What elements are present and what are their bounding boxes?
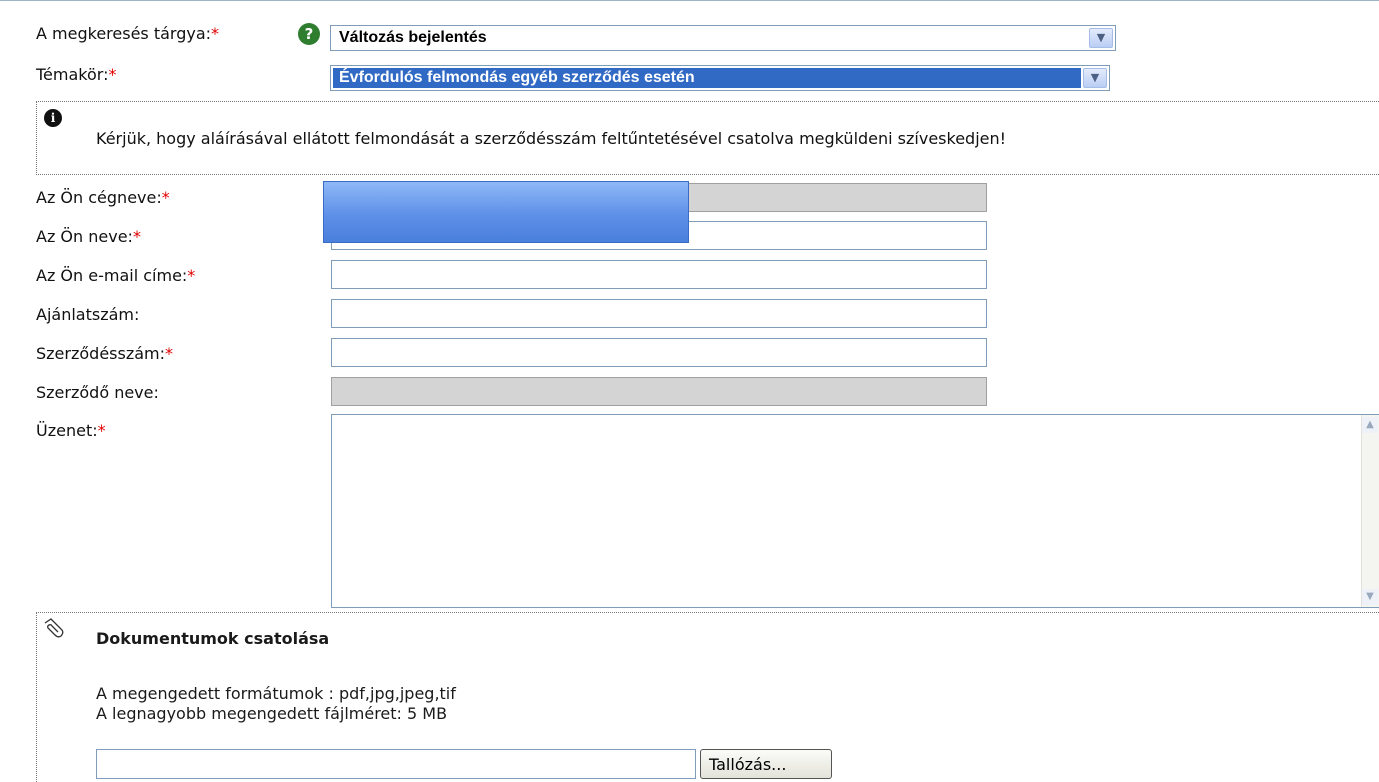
attachments-section: Dokumentumok csatolása A megengedett for… (36, 612, 1379, 782)
contract-number-label: Szerződésszám:* (36, 344, 173, 363)
contractor-name-label: Szerződő neve: (36, 383, 159, 402)
subject-select-value: Változás bejelentés (339, 29, 487, 46)
required-marker: * (108, 65, 117, 84)
topic-label-text: Témakör: (36, 65, 109, 84)
required-marker: * (132, 227, 141, 246)
required-marker: * (211, 24, 220, 43)
required-marker: * (97, 421, 106, 440)
email-label-text: Az Ön e-mail címe: (36, 266, 188, 285)
top-border (0, 0, 1379, 9)
message-label: Üzenet:* (36, 421, 106, 440)
info-text: Kérjük, hogy aláírásával ellátott felmon… (96, 129, 1007, 148)
name-label-text: Az Ön neve: (36, 227, 133, 246)
topic-label: Témakör:* (36, 65, 116, 84)
scroll-up-icon[interactable]: ▲ (1362, 417, 1378, 433)
message-textarea[interactable]: ▲ ▼ (331, 414, 1379, 608)
contract-number-field[interactable] (331, 338, 987, 367)
browse-button[interactable]: Tallózás... (700, 749, 832, 779)
question-icon[interactable]: ? (298, 23, 320, 45)
max-size-text: A legnagyobb megengedett fájlméret: 5 MB (96, 704, 448, 723)
contractor-name-label-text: Szerződő neve: (36, 383, 159, 402)
email-field[interactable] (331, 260, 987, 289)
message-label-text: Üzenet: (36, 421, 98, 440)
subject-select[interactable]: Változás bejelentés ▼ (330, 25, 1116, 51)
chevron-down-icon[interactable]: ▼ (1083, 68, 1107, 88)
company-name-label: Az Ön cégneve:* (36, 188, 170, 207)
contractor-name-field (331, 377, 987, 406)
attachments-title: Dokumentumok csatolása (96, 629, 330, 648)
required-marker: * (187, 266, 196, 285)
topic-select-value: Évfordulós felmondás egyéb szerződés ese… (333, 68, 1081, 88)
offer-number-label-text: Ajánlatszám: (36, 305, 140, 324)
required-marker: * (165, 344, 174, 363)
allowed-formats-text: A megengedett formátumok : pdf,jpg,jpeg,… (96, 684, 456, 703)
subject-label-text: A megkeresés tárgya: (36, 24, 212, 43)
offer-number-label: Ajánlatszám: (36, 305, 139, 324)
offer-number-field[interactable] (331, 299, 987, 328)
redaction-overlay (323, 181, 689, 243)
required-marker: * (161, 188, 170, 207)
message-scrollbar[interactable]: ▲ ▼ (1361, 415, 1379, 607)
name-label: Az Ön neve:* (36, 227, 141, 246)
email-label: Az Ön e-mail címe:* (36, 266, 195, 285)
file-input[interactable] (96, 749, 696, 779)
scroll-down-icon[interactable]: ▼ (1362, 589, 1378, 605)
subject-label: A megkeresés tárgya:* (36, 24, 219, 43)
topic-select[interactable]: Évfordulós felmondás egyéb szerződés ese… (330, 65, 1110, 91)
info-icon: i (44, 109, 62, 127)
contract-number-label-text: Szerződésszám: (36, 344, 166, 363)
chevron-down-icon[interactable]: ▼ (1089, 28, 1113, 48)
company-name-label-text: Az Ön cégneve: (36, 188, 162, 207)
paperclip-icon (44, 618, 64, 638)
info-box: i Kérjük, hogy aláírásával ellátott felm… (36, 101, 1379, 175)
